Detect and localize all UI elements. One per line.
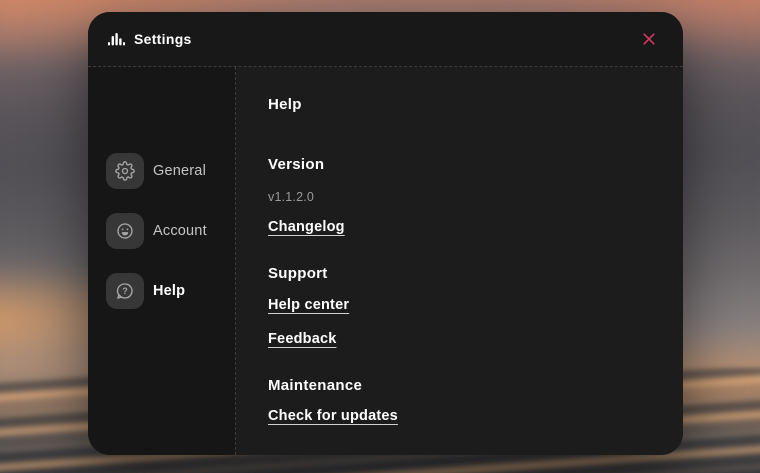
help-center-link[interactable]: Help center — [268, 295, 349, 315]
window-title: Settings — [134, 31, 192, 47]
version-value: v1.1.2.0 — [268, 190, 315, 204]
feedback-link[interactable]: Feedback — [268, 329, 337, 349]
page-title: Help — [268, 96, 302, 113]
settings-window: Settings General Account ? Help Help Ver… — [88, 12, 683, 455]
section-title-version: Version — [268, 156, 325, 173]
svg-text:?: ? — [122, 286, 127, 296]
help-bubble-icon: ? — [106, 273, 144, 309]
smiley-icon — [106, 213, 144, 249]
bar-chart-icon — [108, 32, 125, 46]
check-for-updates-link[interactable]: Check for updates — [268, 406, 398, 426]
titlebar[interactable]: Settings — [88, 12, 683, 66]
sidebar-item-label: Help — [153, 283, 186, 299]
sidebar-item-help[interactable]: ? Help — [88, 273, 235, 309]
changelog-link[interactable]: Changelog — [268, 217, 345, 237]
sidebar-item-account[interactable]: Account — [88, 213, 235, 249]
sidebar-item-label: General — [153, 163, 206, 179]
sidebar-item-general[interactable]: General — [88, 153, 235, 189]
section-title-support: Support — [268, 265, 328, 282]
sidebar: General Account ? Help — [88, 67, 236, 455]
close-icon — [641, 31, 657, 47]
sidebar-item-label: Account — [153, 223, 207, 239]
title-group: Settings — [108, 31, 192, 47]
close-button[interactable] — [635, 25, 663, 53]
gear-icon — [106, 153, 144, 189]
section-title-maintenance: Maintenance — [268, 377, 363, 394]
dialog-body: General Account ? Help Help Version v1.1… — [88, 66, 683, 455]
help-panel: Help Version v1.1.2.0 Changelog Support … — [236, 67, 683, 455]
